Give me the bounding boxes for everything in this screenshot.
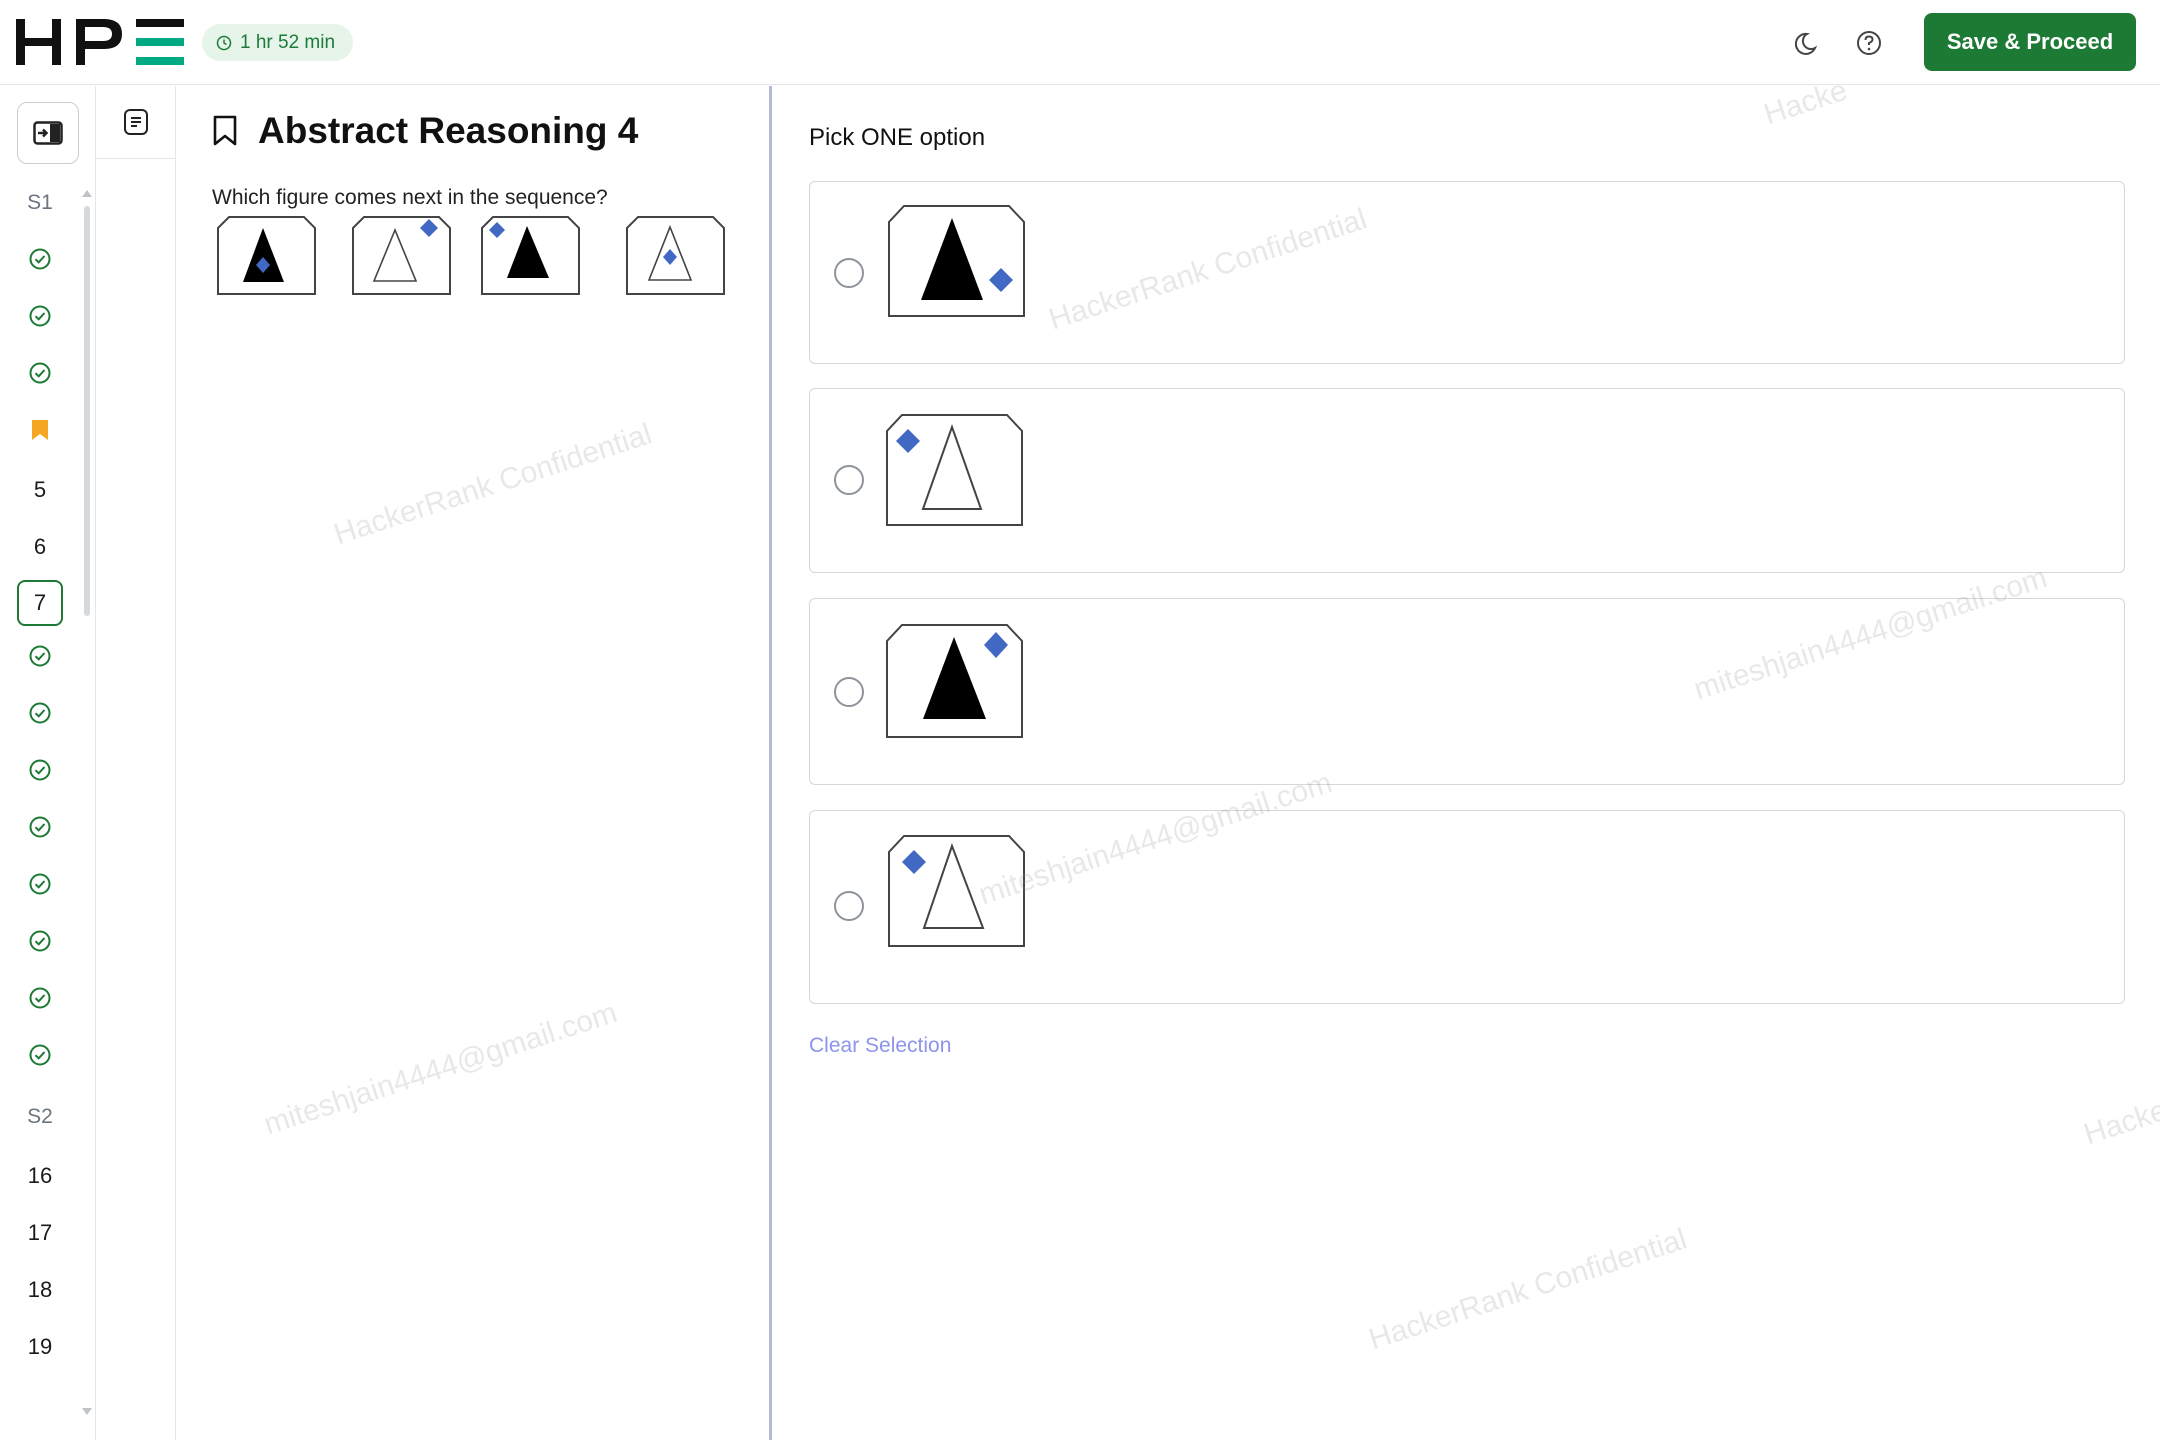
bookmark-icon[interactable] xyxy=(212,115,238,147)
option-2-figure xyxy=(886,414,1023,526)
moon-icon[interactable] xyxy=(1792,26,1826,60)
timer-badge: 1 hr 52 min xyxy=(202,24,354,61)
panel-tabs-rail xyxy=(96,86,176,1440)
hpe-logo xyxy=(16,19,184,65)
question-tab[interactable] xyxy=(96,86,176,159)
option-3-figure xyxy=(886,624,1023,738)
nav-item-question[interactable]: 16 xyxy=(17,1153,63,1199)
option-2[interactable] xyxy=(809,388,2125,573)
options-panel: Pick ONE option Clear Selection xyxy=(772,86,2160,1440)
nav-item-answered[interactable] xyxy=(17,353,63,399)
check-circle-icon xyxy=(28,247,52,277)
option-1[interactable] xyxy=(809,181,2125,364)
nav-item-answered[interactable] xyxy=(17,1035,63,1081)
question-nav-rail: S1 5 6 7 S2 16 17 18 19 xyxy=(0,86,96,1440)
nav-scrollbar-thumb[interactable] xyxy=(84,206,90,616)
check-circle-icon xyxy=(28,361,52,391)
nav-item-answered[interactable] xyxy=(17,807,63,853)
nav-item-answered[interactable] xyxy=(17,693,63,739)
check-circle-icon xyxy=(28,701,52,731)
nav-item-label: S2 xyxy=(27,1105,53,1128)
nav-item-question[interactable]: 18 xyxy=(17,1267,63,1313)
nav-item-answered[interactable] xyxy=(17,296,63,342)
option-1-radio[interactable] xyxy=(834,258,864,288)
nav-item-label: 17 xyxy=(27,1220,53,1245)
check-circle-icon xyxy=(28,1043,52,1073)
option-3-radio[interactable] xyxy=(834,677,864,707)
nav-section-label: S2 xyxy=(17,1094,63,1140)
nav-item-question[interactable]: 17 xyxy=(17,1210,63,1256)
sidebar-expand-icon xyxy=(33,121,63,145)
nav-item-answered[interactable] xyxy=(17,864,63,910)
nav-item-label: 7 xyxy=(33,590,47,615)
check-circle-icon xyxy=(28,986,52,1016)
question-text: Which figure comes next in the sequence? xyxy=(212,186,608,209)
nav-section-label: S1 xyxy=(17,180,63,226)
nav-item-question[interactable]: 5 xyxy=(17,467,63,513)
expand-sidebar-button[interactable] xyxy=(17,102,79,164)
nav-item-label: 16 xyxy=(27,1163,53,1188)
nav-item-bookmarked[interactable] xyxy=(17,410,63,456)
option-3[interactable] xyxy=(809,598,2125,785)
document-icon xyxy=(124,109,148,135)
option-4-figure xyxy=(888,835,1025,947)
top-bar: 1 hr 52 min Save & Proceed xyxy=(0,0,2160,85)
nav-item-label: 5 xyxy=(33,477,47,502)
nav-item-label: 19 xyxy=(27,1334,53,1359)
option-4[interactable] xyxy=(809,810,2125,1004)
nav-item-answered[interactable] xyxy=(17,921,63,967)
help-circle-icon[interactable] xyxy=(1852,26,1886,60)
scroll-down-arrow[interactable] xyxy=(82,1408,92,1415)
question-panel: Abstract Reasoning 4 Which figure comes … xyxy=(177,86,772,1440)
check-circle-icon xyxy=(28,304,52,334)
nav-item-answered[interactable] xyxy=(17,750,63,796)
nav-item-label: 6 xyxy=(33,534,47,559)
nav-item-label: S1 xyxy=(27,191,53,214)
clear-selection-link[interactable]: Clear Selection xyxy=(809,1034,951,1058)
option-2-radio[interactable] xyxy=(834,465,864,495)
clock-icon xyxy=(216,35,232,50)
pick-one-label: Pick ONE option xyxy=(809,124,986,151)
timer-text: 1 hr 52 min xyxy=(240,31,336,53)
nav-item-answered[interactable] xyxy=(17,978,63,1024)
check-circle-icon xyxy=(28,758,52,788)
nav-item-question[interactable]: 6 xyxy=(17,524,63,570)
nav-item-current[interactable]: 7 xyxy=(17,580,63,626)
nav-item-label: 18 xyxy=(27,1277,53,1302)
sequence-figure-4 xyxy=(626,216,725,295)
scroll-up-arrow[interactable] xyxy=(82,190,92,197)
sequence-figure-3 xyxy=(481,216,580,295)
question-title: Abstract Reasoning 4 xyxy=(258,110,639,151)
nav-item-answered[interactable] xyxy=(17,239,63,285)
check-circle-icon xyxy=(28,815,52,845)
option-1-figure xyxy=(888,205,1025,317)
check-circle-icon xyxy=(28,872,52,902)
check-circle-icon xyxy=(28,929,52,959)
nav-item-answered[interactable] xyxy=(17,636,63,682)
save-proceed-button[interactable]: Save & Proceed xyxy=(1924,13,2136,71)
sequence-figure-1 xyxy=(217,216,316,295)
nav-item-question[interactable]: 19 xyxy=(17,1324,63,1370)
sequence-figure-2 xyxy=(352,216,451,295)
check-circle-icon xyxy=(28,644,52,674)
bookmark-filled-icon xyxy=(30,418,50,448)
option-4-radio[interactable] xyxy=(834,891,864,921)
